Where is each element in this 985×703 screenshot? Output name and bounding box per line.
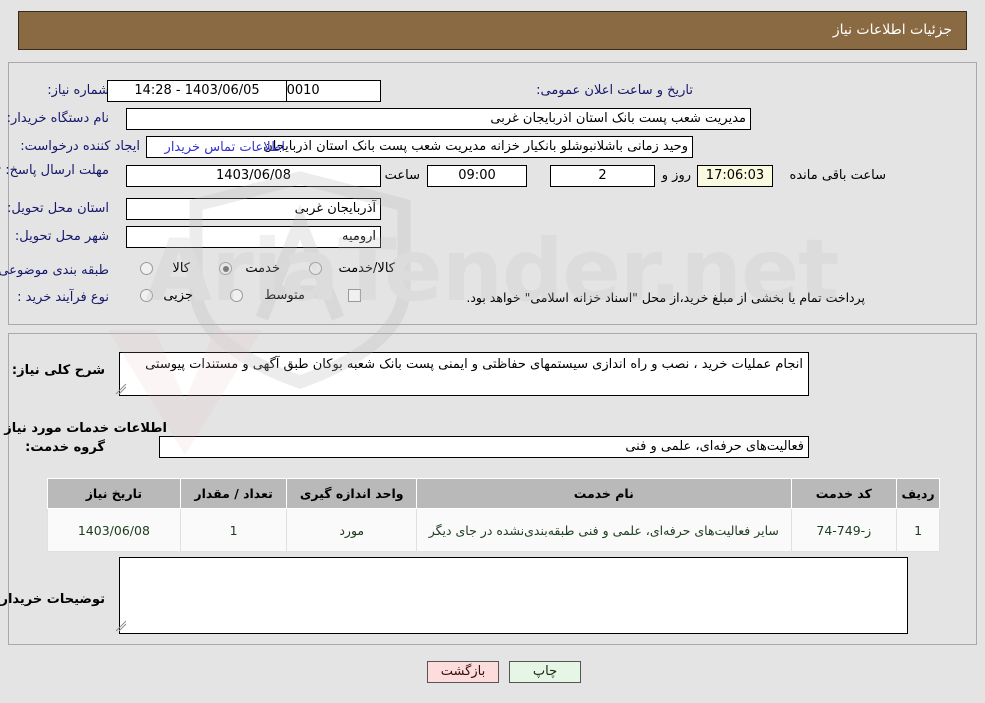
page-header-bar: جزئیات اطلاعات نیاز — [18, 11, 967, 50]
province-field[interactable]: آذربایجان غربی — [126, 198, 381, 220]
table-header-row: ردیف کد خدمت نام خدمت واحد اندازه گیری ت… — [47, 478, 940, 509]
services-table: ردیف کد خدمت نام خدمت واحد اندازه گیری ت… — [47, 478, 940, 552]
treasury-bond-checkbox[interactable] — [348, 289, 361, 302]
service-group-field[interactable]: فعالیت‌های حرفه‌ای، علمی و فنی — [159, 436, 809, 458]
category-label-kala-khedmat: کالا/خدمت — [338, 261, 395, 276]
category-label: طبقه بندی موضوعی: — [0, 263, 109, 278]
process-label-motevasset: متوسط — [264, 288, 305, 303]
cell-name: سایر فعالیت‌های حرفه‌ای، علمی و فنی طبقه… — [416, 508, 792, 552]
description-textarea[interactable]: انجام عملیات خرید ، نصب و راه اندازی سیس… — [119, 352, 809, 396]
services-section-heading: اطلاعات خدمات مورد نیاز — [4, 421, 167, 436]
remaining-days-suffix: روز و — [661, 168, 691, 183]
category-radio-kala-khedmat[interactable] — [309, 262, 322, 275]
deadline-date-field[interactable]: 1403/06/08 — [126, 165, 381, 187]
process-label: نوع فرآیند خرید : — [17, 290, 109, 305]
cell-unit: مورد — [286, 508, 418, 552]
process-radio-jozei[interactable] — [140, 289, 153, 302]
category-radio-khedmat[interactable] — [219, 262, 232, 275]
announce-datetime-label: تاریخ و ساعت اعلان عمومی: — [536, 83, 693, 98]
print-button[interactable]: چاپ — [509, 661, 581, 683]
cell-code: ز-749-74 — [790, 508, 898, 552]
process-label-jozei: جزیی — [163, 288, 193, 303]
remaining-days-field[interactable]: 2 — [550, 165, 655, 187]
page-title: جزئیات اطلاعات نیاز — [832, 22, 952, 38]
table-header-qty: تعداد / مقدار — [179, 478, 288, 509]
buyer-notes-textarea[interactable] — [119, 557, 908, 634]
requester-label: ایجاد کننده درخواست: — [20, 139, 140, 154]
cell-radif: 1 — [896, 508, 940, 552]
deadline-time-field[interactable]: 09:00 — [427, 165, 527, 187]
buyer-contact-link[interactable]: اطلاعات تماس خریدار — [165, 138, 285, 158]
cell-date: 1403/06/08 — [47, 508, 181, 552]
treasury-bond-text: پرداخت تمام یا بخشی از مبلغ خرید،از محل … — [466, 290, 865, 305]
need-number-label: شماره نیاز: — [47, 83, 109, 98]
table-header-name: نام خدمت — [416, 478, 792, 509]
deadline-time-label: ساعت — [384, 168, 420, 183]
table-header-code: کد خدمت — [790, 478, 898, 509]
buyer-notes-label: توضیحات خریدار: — [0, 592, 105, 607]
remaining-clock-field[interactable]: 17:06:03 — [697, 165, 773, 187]
announce-datetime-field[interactable]: 1403/06/05 - 14:28 — [107, 80, 287, 102]
category-radio-kala[interactable] — [140, 262, 153, 275]
deadline-label: مهلت ارسال پاسخ: تا تاریخ: — [0, 163, 109, 178]
description-label: شرح کلی نیاز: — [11, 363, 105, 378]
province-label: استان محل تحویل: — [7, 201, 109, 216]
buyer-org-field[interactable]: مدیریت شعب پست بانک استان اذربایجان غربی — [126, 108, 751, 130]
service-group-label: گروه خدمت: — [25, 440, 105, 455]
process-radio-motevasset[interactable] — [230, 289, 243, 302]
table-header-date: تاریخ نیاز — [47, 478, 181, 509]
page-root: AriaTender.net جزئیات اطلاعات نیاز شماره… — [0, 0, 985, 703]
table-row[interactable]: 1 ز-749-74 سایر فعالیت‌های حرفه‌ای، علمی… — [47, 508, 940, 552]
table-header-radif: ردیف — [896, 478, 940, 509]
cell-qty: 1 — [179, 508, 288, 552]
buyer-org-label: نام دستگاه خریدار: — [6, 111, 109, 126]
city-label: شهر محل تحویل: — [14, 229, 109, 244]
back-button[interactable]: بازگشت — [427, 661, 499, 683]
table-header-unit: واحد اندازه گیری — [286, 478, 418, 509]
category-label-kala: کالا — [172, 261, 190, 276]
remaining-suffix: ساعت باقی مانده — [789, 168, 886, 183]
city-field[interactable]: ارومیه — [126, 226, 381, 248]
category-label-khedmat: خدمت — [245, 261, 280, 276]
